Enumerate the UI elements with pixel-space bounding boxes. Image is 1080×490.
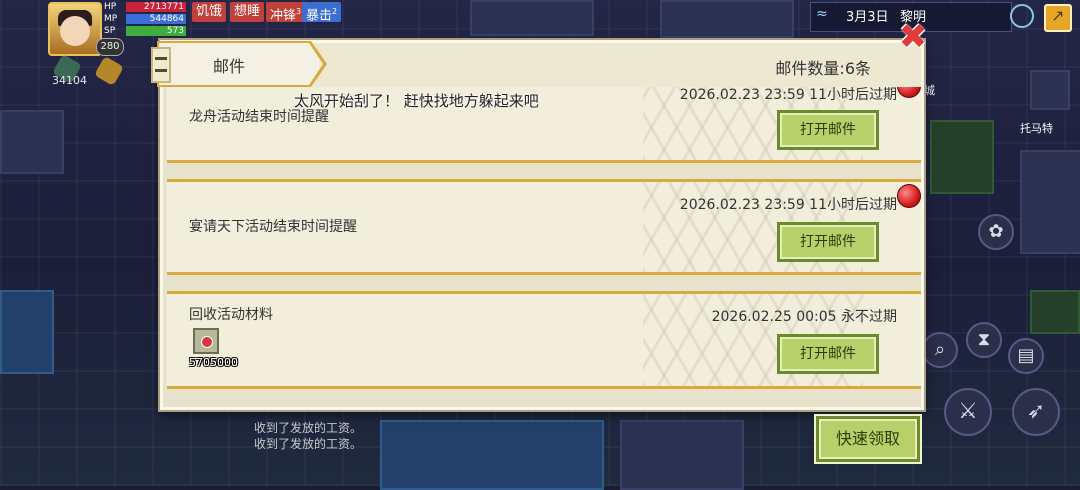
sp-bar: SP 573 [100,26,186,36]
hp-bar: HP 2713771 [100,2,186,12]
globe-icon[interactable] [1010,4,1034,28]
open-mail-button[interactable]: 打开邮件 [777,110,879,150]
paw-icon[interactable]: ✿ [978,214,1014,250]
hp-value: 2713771 [143,2,184,12]
mail-title: 宴请天下活动结束时间提醒 [189,219,357,235]
mail-item[interactable]: 宴请天下活动结束时间提醒 2026.02.23 23:59 11小时后过期 打开… [167,179,921,275]
chat-line: 收到了发放的工资。 [254,437,363,451]
search-icon[interactable]: ⌕ [922,332,958,368]
status-tag-label: 暴击 [306,8,333,24]
status-tag-label: 想睡 [234,4,261,19]
world-building [0,290,54,374]
mp-label: MP [104,14,118,24]
gold-count: 34104 [52,74,87,87]
tab-mail-label: 邮件 [213,57,246,76]
status-tag-sleepy[interactable]: 想睡 [230,2,265,22]
open-mail-button[interactable]: 打开邮件 [777,334,879,374]
sp-label: SP [104,26,116,36]
tab-mail[interactable]: 邮件 [159,43,323,85]
mail-list[interactable]: 龙舟活动结束时间提醒 2026.02.23 23:59 11小时后过期 打开邮件… [163,87,921,397]
book-icon[interactable]: ▤ [1008,338,1044,374]
world-building [620,420,744,490]
mail-dialog: 邮件 邮件数量:6条 龙舟活动结束时间提醒 2026.02.23 23:59 1… [151,40,924,410]
mail-item[interactable]: 龙舟活动结束时间提醒 2026.02.23 23:59 11小时后过期 打开邮件 [167,87,921,163]
hourglass-icon[interactable]: ⧗ [966,322,1002,358]
mail-title: 回收活动材料 [189,307,273,323]
mp-value: 544864 [149,14,184,24]
player-level-badge: 280 [96,38,124,56]
mp-bar: MP 544864 [100,14,186,24]
world-building [470,0,594,36]
mail-count: 邮件数量:6条 [775,59,871,78]
status-tag-stack: 2 [332,7,338,16]
mail-dialog-header: 邮件 邮件数量:6条 [151,41,921,87]
hp-label: HP [104,2,117,12]
weather-icon: ≈ [816,6,828,22]
npc-portrait-frame [1030,70,1070,110]
mail-time: 2026.02.23 23:59 11小时后过期 [679,197,897,213]
ribbon-icon [151,47,171,83]
bow-icon[interactable]: ➶ [1012,388,1060,436]
open-mail-button[interactable]: 打开邮件 [777,222,879,262]
status-tag-hungry[interactable]: 饥饿 [192,2,227,22]
world-building [660,0,794,38]
date-label: 3月3日 [846,10,889,25]
npc-name-label: 托马特 [1020,122,1053,135]
sp-value: 573 [166,26,184,36]
mail-time: 2026.02.25 00:05 永不过期 [711,309,897,325]
world-building [1030,290,1080,334]
sword-icon[interactable]: ⚔ [944,388,992,436]
status-tag-crit[interactable]: 暴击2 [302,2,342,24]
broadcast-message: 太风开始刮了！ 赶快找地方躲起来吧 [294,92,539,110]
mail-item[interactable]: 回收活动材料 2026.02.25 00:05 永不过期 5705000 打开邮… [167,291,921,389]
expand-icon[interactable] [1044,4,1072,32]
close-icon[interactable]: ✖ [896,20,930,54]
unread-dot-icon [897,87,921,98]
chat-line: 收到了发放的工资。 [254,421,363,435]
status-tag-label: 饥饿 [196,4,223,19]
attachment-item-slot[interactable] [193,328,219,354]
player-avatar[interactable] [48,2,102,56]
world-building [0,110,64,174]
avatar-face [60,16,90,46]
city-label: 城 [924,84,935,97]
world-building [1020,150,1080,254]
mail-time: 2026.02.23 23:59 11小时后过期 [679,87,897,103]
quick-claim-button[interactable]: 快速领取 [816,416,920,462]
unread-dot-icon [897,184,921,208]
world-building [380,420,604,490]
world-building [930,120,994,194]
chat-log: 收到了发放的工资。 收到了发放的工资。 [254,420,362,452]
status-tag-stack: 3 [296,7,302,16]
status-tag-charge[interactable]: 冲锋3 [266,2,306,24]
status-tag-label: 冲锋 [270,8,297,24]
attachment-item-quantity: 5705000 [189,356,238,369]
